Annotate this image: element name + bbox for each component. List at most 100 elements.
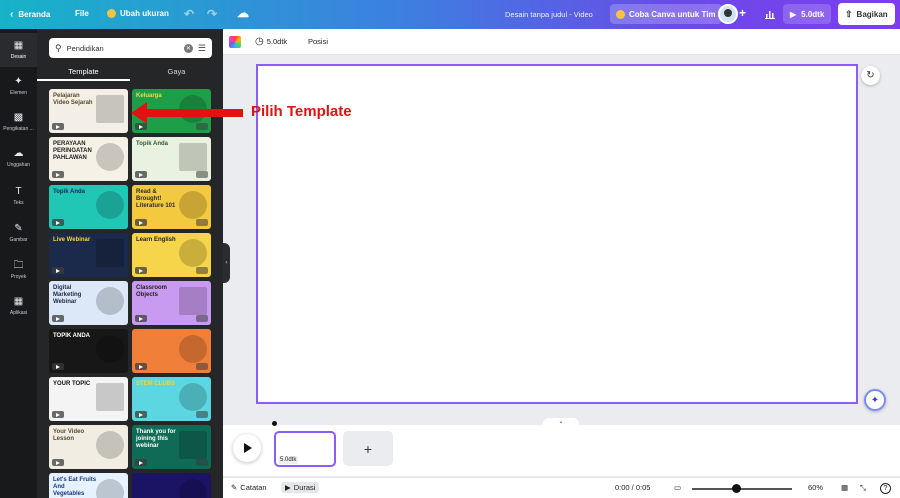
upload-icon: ☁ bbox=[13, 147, 24, 159]
template-thumbnail[interactable]: PERAYAAN PERINGATAN PAHLAWAN bbox=[49, 137, 128, 181]
try-canva-teams-button[interactable]: Coba Canva untuk Tim bbox=[610, 4, 722, 24]
zoom-level[interactable]: 60% bbox=[808, 483, 823, 492]
notes-button[interactable]: ✎ Catatan bbox=[231, 483, 267, 492]
color-picker-icon[interactable] bbox=[229, 36, 241, 48]
cloud-sync-icon[interactable]: ☁ bbox=[237, 6, 249, 20]
rail-item-uploads[interactable]: ☁ Unggahan bbox=[0, 141, 37, 175]
thumbnail-image bbox=[96, 191, 124, 219]
share-button[interactable]: ⇧ Bagikan bbox=[838, 3, 895, 25]
filter-icon[interactable]: ☰ bbox=[198, 43, 206, 54]
template-thumbnail[interactable]: Read & Brought! Literature 101 bbox=[132, 185, 211, 229]
fit-page-icon[interactable]: ▭ bbox=[674, 483, 681, 492]
bar-chart-icon bbox=[765, 11, 775, 19]
rail-item-elements[interactable]: ✦ Elemen bbox=[0, 69, 37, 103]
video-badge-icon bbox=[52, 459, 64, 466]
rail-item-design[interactable]: ▦ Desain bbox=[0, 33, 37, 67]
add-page-button[interactable]: + bbox=[343, 431, 393, 466]
collapse-panel-handle[interactable]: ‹ bbox=[223, 243, 230, 283]
thumbnail-title: STEM CLUBS bbox=[136, 381, 175, 387]
template-thumbnail[interactable]: STEM CLUBS bbox=[132, 377, 211, 421]
present-button[interactable]: ▶ 5.0dtk bbox=[783, 4, 832, 24]
elements-icon: ✦ bbox=[14, 75, 23, 87]
template-thumbnail[interactable]: Live Webinar bbox=[49, 233, 128, 277]
video-badge-icon bbox=[52, 123, 64, 130]
rail-item-label: Unggahan bbox=[6, 161, 31, 168]
thumbnail-image bbox=[179, 143, 207, 171]
add-collaborator-icon[interactable]: + bbox=[739, 6, 746, 20]
template-thumbnail[interactable]: Classroom Objects bbox=[132, 281, 211, 325]
thumbnail-title: Learn English bbox=[136, 237, 176, 243]
fullscreen-icon[interactable]: ⤡ bbox=[860, 483, 866, 493]
duration-button[interactable]: ◷ 5.0dtk bbox=[255, 36, 287, 47]
rail-item-apps[interactable]: ▦ Aplikasi bbox=[0, 289, 37, 323]
thumbnail-image bbox=[96, 479, 124, 498]
brand-icon: ▩ bbox=[13, 111, 24, 123]
pro-badge-icon bbox=[196, 459, 208, 466]
playback-time: 0:00 / 0:05 bbox=[615, 483, 651, 492]
video-badge-icon bbox=[135, 171, 147, 178]
position-button[interactable]: Posisi bbox=[308, 37, 328, 46]
rail-item-label: Proyek bbox=[10, 273, 27, 280]
document-title[interactable]: Desain tanpa judul - Video bbox=[505, 10, 593, 19]
help-button[interactable]: ? bbox=[880, 483, 891, 494]
rail-item-projects[interactable]: 🗀 Proyek bbox=[0, 253, 37, 287]
share-icon: ⇧ bbox=[845, 8, 853, 19]
resize-button[interactable]: Ubah ukuran bbox=[107, 9, 169, 18]
panel-tabs: Template Gaya bbox=[37, 65, 223, 81]
template-thumbnail[interactable]: Let's Eat Fruits And Vegetables bbox=[49, 473, 128, 498]
rail-item-label: Aplikasi bbox=[9, 309, 28, 316]
rail-item-draw[interactable]: ✎ Gambar bbox=[0, 216, 37, 250]
thumbnail-title: Classroom Objects bbox=[136, 285, 168, 298]
clear-search-icon[interactable]: ✕ bbox=[183, 43, 193, 53]
template-thumbnail[interactable]: TOPIK ANDA bbox=[49, 329, 128, 373]
thumbnail-image bbox=[179, 191, 207, 219]
rail-item-text[interactable]: T Teks bbox=[0, 179, 37, 213]
thumbnail-title: Topik Anda bbox=[53, 189, 85, 195]
search-input[interactable]: Pendidikan bbox=[67, 44, 104, 53]
tab-template[interactable]: Template bbox=[37, 65, 130, 81]
template-thumbnail[interactable]: Thank you for joining this webinar bbox=[132, 425, 211, 469]
rail-item-label: Elemen bbox=[10, 89, 27, 96]
pro-badge-icon bbox=[196, 411, 208, 418]
tab-styles[interactable]: Gaya bbox=[130, 65, 223, 81]
thumbnail-image bbox=[179, 239, 207, 267]
thumbnail-title: PERAYAAN PERINGATAN PAHLAWAN bbox=[53, 141, 92, 161]
file-menu-button[interactable]: File bbox=[75, 9, 89, 18]
pro-badge-icon bbox=[196, 171, 208, 178]
playhead[interactable] bbox=[272, 421, 277, 426]
avatar[interactable] bbox=[718, 4, 738, 24]
pro-badge-icon bbox=[196, 219, 208, 226]
thumbnail-title: YOUR TOPIC bbox=[53, 381, 91, 387]
template-thumbnail[interactable]: Topik Anda bbox=[49, 185, 128, 229]
thumbnail-title: Live Webinar bbox=[53, 237, 91, 243]
rail-item-label: Pengikatan ... bbox=[3, 125, 34, 132]
duration-label: 5.0dtk bbox=[266, 37, 288, 46]
chevron-left-icon: ‹ bbox=[10, 9, 14, 20]
timeline-duration-button[interactable]: ▶ Durasi bbox=[281, 482, 320, 493]
template-thumbnail[interactable]: Topik Anda bbox=[132, 137, 211, 181]
grid-view-icon[interactable]: ▦ bbox=[841, 483, 848, 492]
rail-item-label: Teks bbox=[13, 199, 24, 206]
undo-icon[interactable]: ↶ bbox=[184, 7, 194, 21]
timeline-play-button[interactable] bbox=[233, 434, 261, 462]
template-thumbnail[interactable]: Your Video Lesson bbox=[49, 425, 128, 469]
thumbnail-image bbox=[96, 95, 124, 123]
thumbnail-image bbox=[179, 383, 207, 411]
template-thumbnail[interactable]: YOUR TOPIC bbox=[49, 377, 128, 421]
home-button[interactable]: ‹ Beranda bbox=[10, 9, 50, 20]
template-thumbnail[interactable]: Pelajaran Video Sejarah bbox=[49, 89, 128, 133]
refresh-icon[interactable]: ↻ bbox=[861, 66, 880, 85]
template-thumbnail[interactable]: Digital Marketing Webinar bbox=[49, 281, 128, 325]
magic-assistant-icon[interactable]: ✦ bbox=[864, 389, 886, 411]
template-thumbnail[interactable]: Learn English bbox=[132, 233, 211, 277]
template-thumbnail[interactable] bbox=[132, 329, 211, 373]
zoom-slider-handle[interactable] bbox=[731, 484, 741, 493]
insights-button[interactable] bbox=[760, 4, 780, 24]
redo-icon[interactable]: ↷ bbox=[207, 7, 217, 21]
rail-item-label: Desain bbox=[10, 53, 27, 60]
template-thumbnail[interactable] bbox=[132, 473, 211, 498]
search-field[interactable]: ⚲ Pendidikan ✕ ☰ bbox=[49, 38, 212, 58]
draw-icon: ✎ bbox=[14, 222, 23, 234]
zoom-slider[interactable] bbox=[692, 488, 792, 490]
rail-item-brand[interactable]: ▩ Pengikatan ... bbox=[0, 105, 37, 139]
